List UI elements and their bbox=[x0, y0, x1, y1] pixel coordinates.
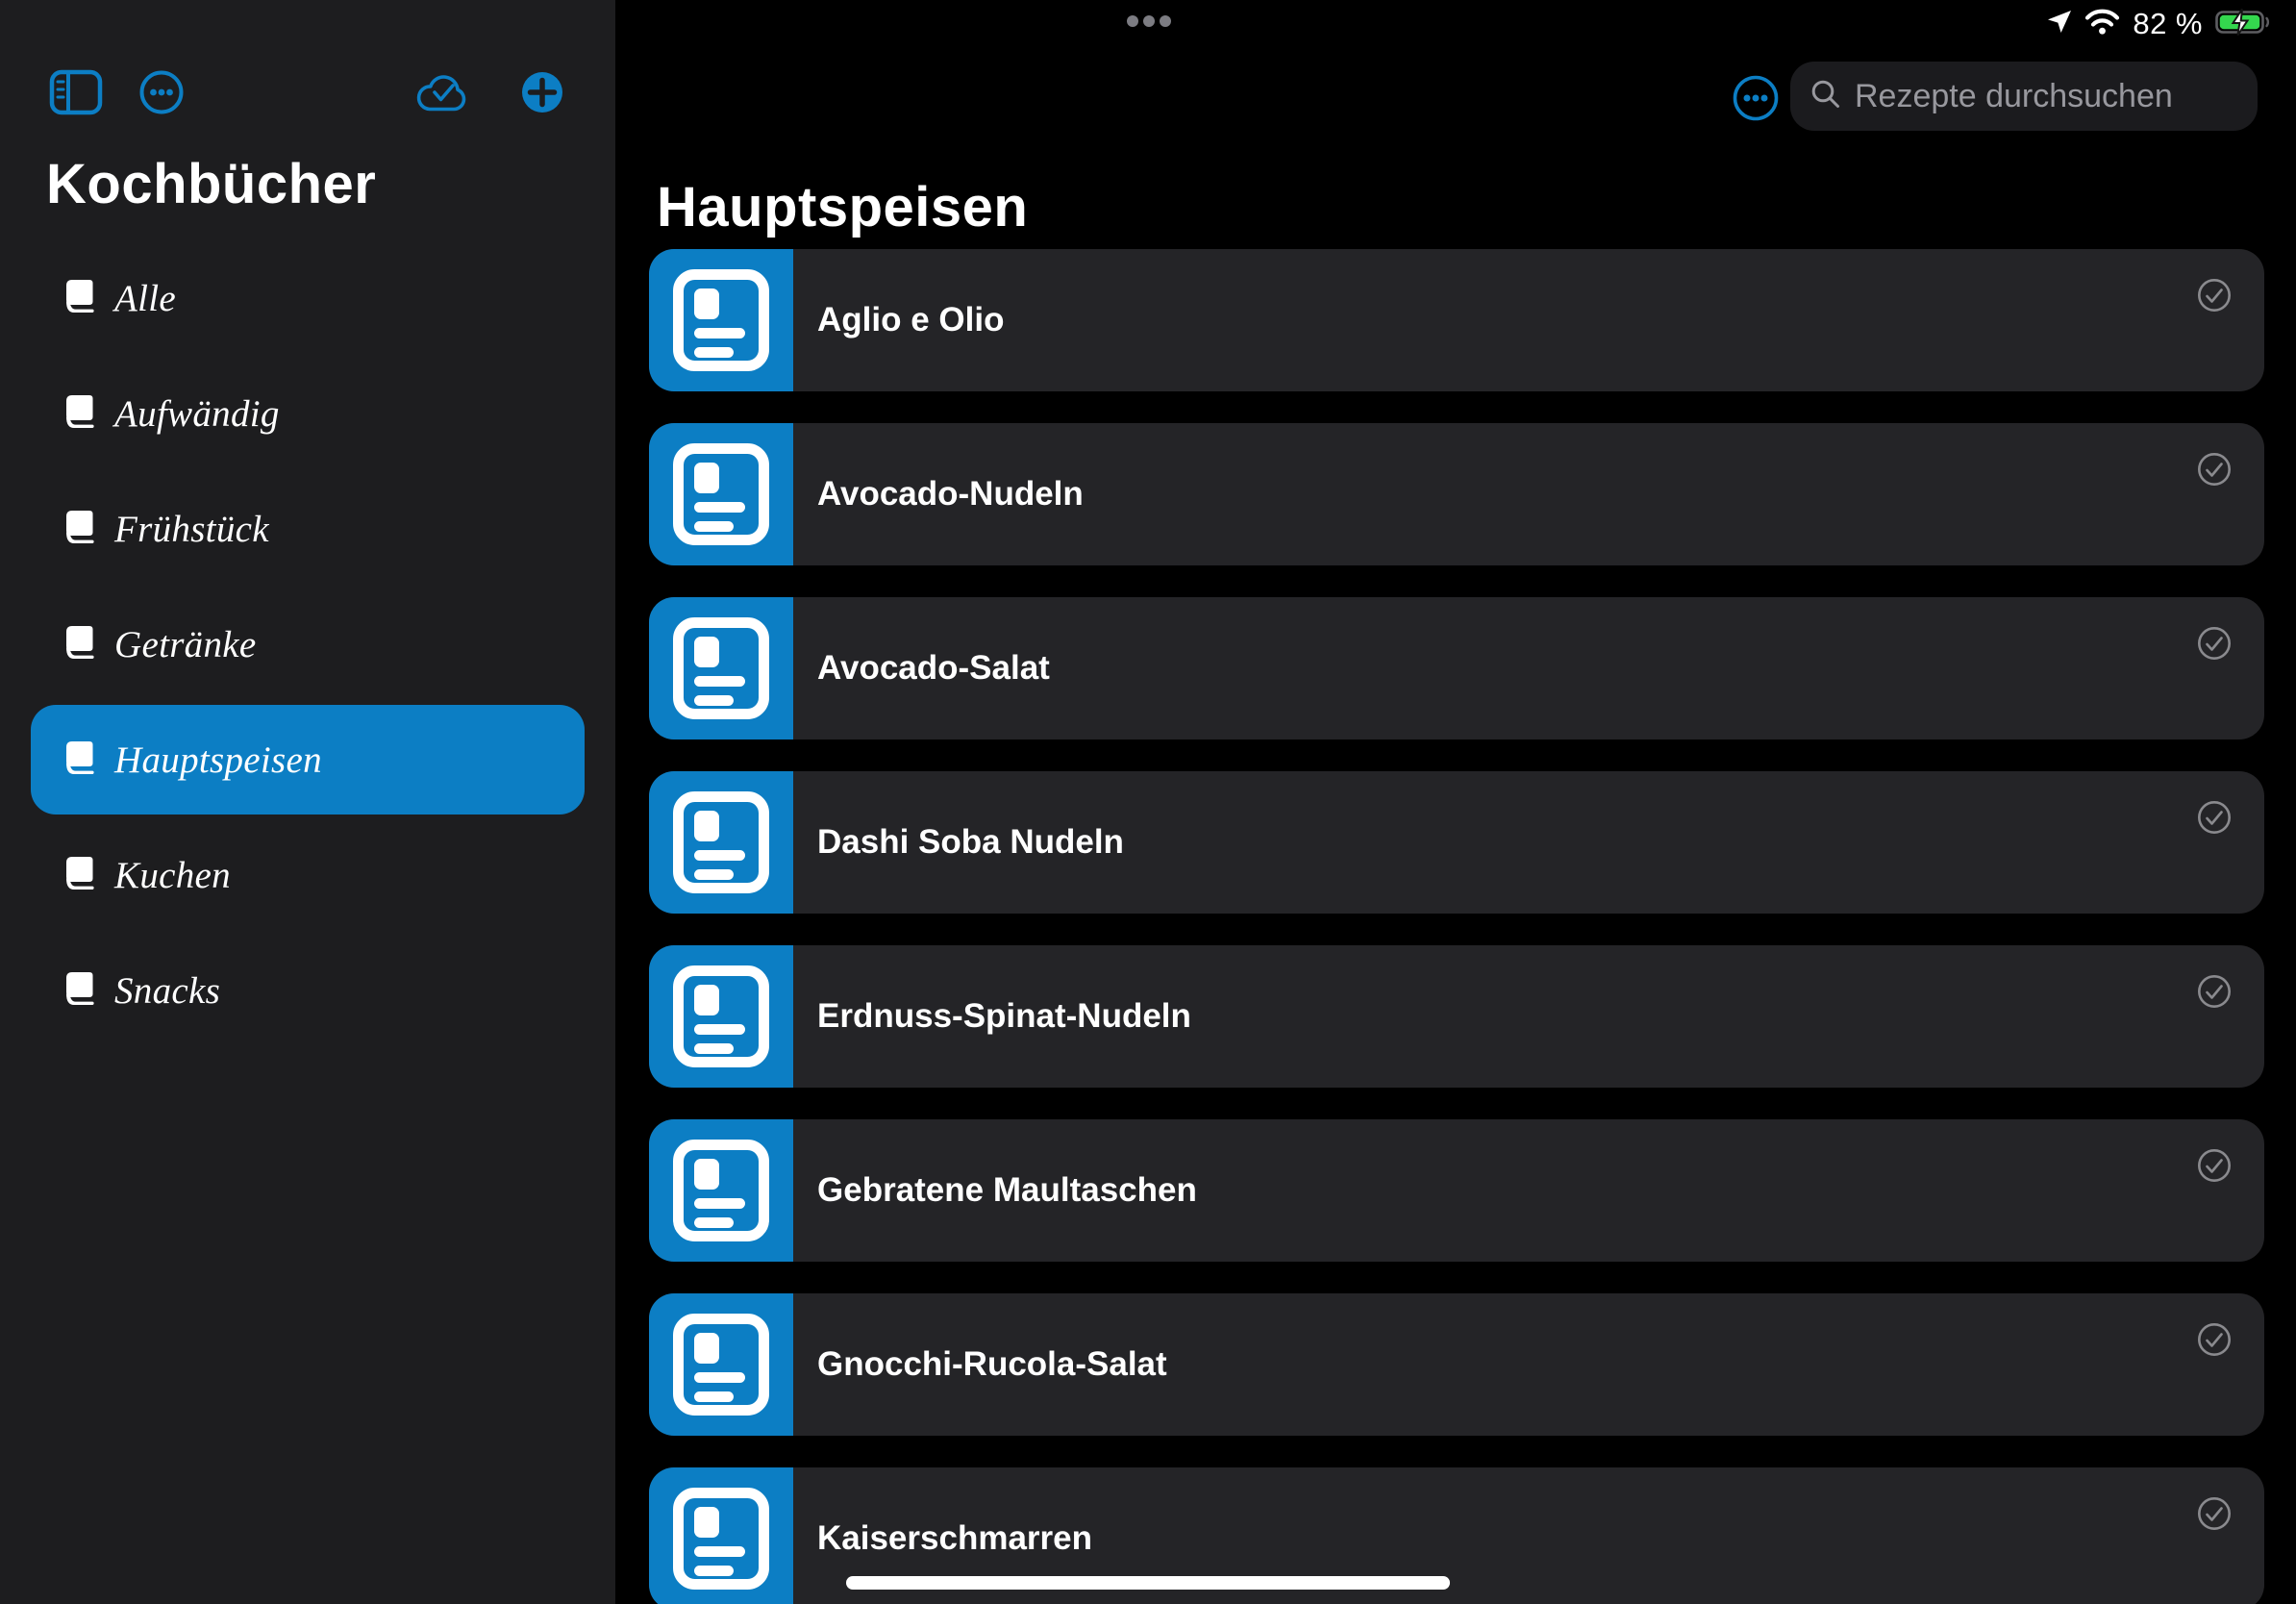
recipe-name: Avocado-Salat bbox=[817, 597, 1050, 739]
recipe-name: Gebratene Maultaschen bbox=[817, 1119, 1197, 1262]
page-title: Hauptspeisen bbox=[657, 175, 1028, 239]
dot-icon bbox=[1127, 15, 1138, 27]
search-placeholder: Rezepte durchsuchen bbox=[1855, 78, 2173, 115]
book-icon bbox=[62, 855, 94, 896]
recipe-card-icon bbox=[649, 249, 793, 391]
ellipsis-circle-icon bbox=[1732, 74, 1780, 127]
dot-icon bbox=[1143, 15, 1155, 27]
book-icon bbox=[62, 624, 94, 665]
recipe-row[interactable]: Gebratene Maultaschen bbox=[649, 1119, 2264, 1262]
sidebar-item-alle[interactable]: Alle bbox=[31, 243, 585, 353]
sidebar: Kochbücher Alle Aufwändig Frühstück Getr… bbox=[0, 0, 615, 1604]
check-circle-icon[interactable] bbox=[2197, 974, 2232, 1009]
sidebar-item-label: Snacks bbox=[114, 969, 220, 1013]
recipe-row[interactable]: Avocado-Nudeln bbox=[649, 423, 2264, 565]
sidebar-more-button[interactable] bbox=[137, 67, 187, 121]
recipe-row[interactable]: Aglio e Olio bbox=[649, 249, 2264, 391]
recipe-card-icon bbox=[649, 1467, 793, 1604]
book-icon bbox=[62, 393, 94, 435]
recipe-name: Gnocchi-Rucola-Salat bbox=[817, 1293, 1167, 1436]
check-circle-icon[interactable] bbox=[2197, 278, 2232, 313]
recipe-row[interactable]: Erdnuss-Spinat-Nudeln bbox=[649, 945, 2264, 1088]
recipe-name: Erdnuss-Spinat-Nudeln bbox=[817, 945, 1191, 1088]
check-circle-icon[interactable] bbox=[2197, 626, 2232, 661]
cloud-sync-button[interactable] bbox=[413, 67, 471, 121]
sidebar-item-label: Kuchen bbox=[114, 854, 231, 897]
recipe-name: Dashi Soba Nudeln bbox=[817, 771, 1124, 914]
sidebar-item-label: Getränke bbox=[114, 623, 257, 666]
recipe-name: Aglio e Olio bbox=[817, 249, 1004, 391]
book-icon bbox=[62, 278, 94, 319]
check-circle-icon[interactable] bbox=[2197, 1148, 2232, 1183]
ellipsis-circle-icon bbox=[138, 69, 185, 120]
search-icon bbox=[1809, 78, 1842, 115]
home-indicator[interactable] bbox=[846, 1576, 1450, 1590]
recipe-card-icon bbox=[649, 1293, 793, 1436]
location-arrow-icon bbox=[2047, 10, 2072, 39]
sidebar-item-kuchen[interactable]: Kuchen bbox=[31, 820, 585, 930]
sidebar-item-label: Frühstück bbox=[114, 508, 269, 551]
dot-icon bbox=[1160, 15, 1171, 27]
sidebar-toggle-button[interactable] bbox=[46, 67, 106, 121]
book-icon bbox=[62, 970, 94, 1012]
status-bar-right: 82 % bbox=[2047, 8, 2271, 40]
recipe-row[interactable]: Gnocchi-Rucola-Salat bbox=[649, 1293, 2264, 1436]
recipe-list: Aglio e Olio Avocado-Nudeln Avocado-Sala… bbox=[649, 249, 2264, 1604]
recipe-row[interactable]: Avocado-Salat bbox=[649, 597, 2264, 739]
recipe-card-icon bbox=[649, 1119, 793, 1262]
battery-percent-label: 82 % bbox=[2133, 7, 2203, 41]
recipes-more-button[interactable] bbox=[1731, 75, 1781, 125]
recipe-card-icon bbox=[649, 945, 793, 1088]
sidebar-item-snacks[interactable]: Snacks bbox=[31, 936, 585, 1045]
app-screen: Kochbücher Alle Aufwändig Frühstück Getr… bbox=[0, 0, 2296, 1604]
sidebar-title: Kochbücher bbox=[46, 152, 376, 216]
sidebar-item-fruehstueck[interactable]: Frühstück bbox=[31, 474, 585, 584]
book-icon bbox=[62, 739, 94, 781]
recipe-card-icon bbox=[649, 597, 793, 739]
check-circle-icon[interactable] bbox=[2197, 800, 2232, 835]
check-circle-icon[interactable] bbox=[2197, 452, 2232, 487]
sidebar-item-hauptspeisen[interactable]: Hauptspeisen bbox=[31, 705, 585, 815]
check-circle-icon[interactable] bbox=[2197, 1322, 2232, 1357]
sidebar-item-label: Hauptspeisen bbox=[114, 739, 322, 782]
cloud-check-icon bbox=[415, 71, 469, 118]
sidebar-item-aufwaendig[interactable]: Aufwändig bbox=[31, 359, 585, 468]
battery-charging-icon bbox=[2215, 8, 2271, 41]
sidebar-item-label: Aufwändig bbox=[114, 392, 280, 436]
recipe-row[interactable]: Dashi Soba Nudeln bbox=[649, 771, 2264, 914]
sidebar-toggle-icon bbox=[49, 69, 103, 120]
check-circle-icon[interactable] bbox=[2197, 1496, 2232, 1531]
multitask-drag-handle[interactable] bbox=[1127, 15, 1171, 27]
book-icon bbox=[62, 509, 94, 550]
sidebar-item-label: Alle bbox=[114, 277, 176, 320]
recipe-name: Avocado-Nudeln bbox=[817, 423, 1084, 565]
sidebar-toolbar bbox=[0, 67, 615, 121]
plus-circle-icon bbox=[521, 71, 563, 118]
add-cookbook-button[interactable] bbox=[519, 67, 565, 121]
search-input[interactable]: Rezepte durchsuchen bbox=[1790, 62, 2258, 131]
recipe-card-icon bbox=[649, 423, 793, 565]
wifi-icon bbox=[2084, 9, 2120, 39]
cookbook-list: Alle Aufwändig Frühstück Getränke Haupts… bbox=[0, 243, 615, 1051]
sidebar-item-getraenke[interactable]: Getränke bbox=[31, 589, 585, 699]
recipe-card-icon bbox=[649, 771, 793, 914]
